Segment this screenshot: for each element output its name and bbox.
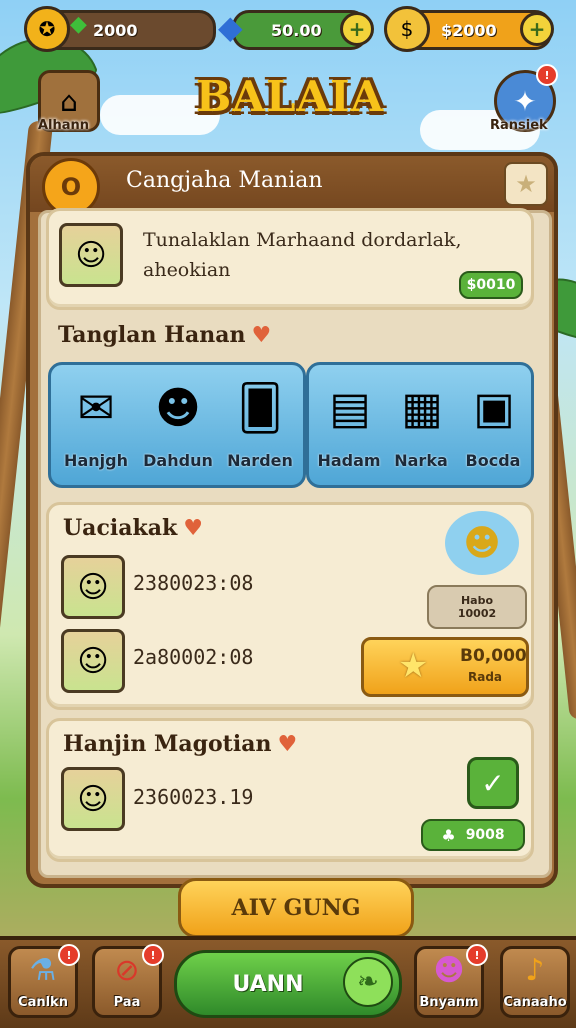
item-label: Hanjgh bbox=[64, 451, 128, 470]
ticket-icon[interactable]: ▦ bbox=[383, 373, 461, 443]
section2-title-text: Uaciakak bbox=[63, 515, 178, 541]
gems-value: 2000 bbox=[93, 20, 138, 40]
rank-badge: ! bbox=[536, 64, 558, 86]
nav-badge: ! bbox=[466, 944, 488, 966]
amount-value: 9008 bbox=[465, 827, 505, 843]
energy-value: 50.00 bbox=[271, 20, 322, 40]
row-time: 2360023.19 bbox=[133, 785, 254, 809]
section2-card: Uaciakak ♥ ☺ 2380023:08 ☺ 2a80002:08 ☻ Ha… bbox=[46, 502, 534, 710]
section3-title: Hanjin Magotian ♥ bbox=[63, 731, 297, 757]
section1-title-text: Tanglan Hanan bbox=[58, 322, 246, 348]
board-icon[interactable]: ▣ bbox=[455, 373, 533, 443]
coin-icon: $ bbox=[384, 6, 430, 52]
check-button[interactable]: ✓ bbox=[467, 757, 519, 809]
coins-value: $2000 bbox=[441, 20, 497, 40]
rank-label: Ransiek bbox=[490, 118, 548, 133]
coins-add-button[interactable]: + bbox=[520, 12, 554, 46]
item-group-a: ✉ ☻ 🂠 Hanjgh Dahdun Narden bbox=[48, 362, 306, 488]
section1-title: Tanglan Hanan ♥ bbox=[58, 322, 271, 348]
avatar: ☺ bbox=[61, 767, 125, 831]
star-icon[interactable]: ★ bbox=[504, 162, 548, 206]
gem-icon: ◆ bbox=[70, 12, 87, 37]
nav-badge: ! bbox=[58, 944, 80, 966]
nav-badge: ! bbox=[142, 944, 164, 966]
nav-label: Canaaho bbox=[503, 995, 567, 1010]
section2-title: Uaciakak ♥ bbox=[63, 515, 203, 541]
item-label: Bocda bbox=[465, 451, 521, 470]
small-action-line1: Habo bbox=[460, 594, 494, 607]
panel-title: Cangjaha Manian bbox=[126, 168, 323, 193]
reward-line2: Rada bbox=[468, 670, 503, 684]
microphone-icon: ♪ bbox=[525, 953, 545, 988]
diamond-icon: ◆ bbox=[218, 8, 243, 46]
gold-medal-icon: ✪ bbox=[24, 6, 70, 52]
row-time: 2a80002:08 bbox=[133, 645, 254, 669]
nav-label: Canlkn bbox=[18, 995, 68, 1010]
row-time: 2380023:08 bbox=[133, 571, 254, 595]
item-label: Narka bbox=[394, 451, 448, 470]
item-label: Dahdun bbox=[143, 451, 213, 470]
star-icon: ★ bbox=[398, 646, 429, 686]
small-action-button[interactable]: Habo 10002 bbox=[427, 585, 527, 629]
heart-icon: ♥ bbox=[251, 322, 272, 348]
item-label: Narden bbox=[227, 451, 293, 470]
section3-title-text: Hanjin Magotian bbox=[63, 731, 272, 757]
nav-canaaho[interactable]: ♪ Canaaho bbox=[500, 946, 570, 1018]
amount-badge: ♣ 9008 bbox=[421, 819, 525, 851]
card-icon[interactable]: 🂠 bbox=[221, 373, 299, 443]
intro-text-line2: aheokian bbox=[143, 259, 231, 281]
home-label: Alhann bbox=[38, 118, 90, 133]
reward-button[interactable]: ★ B0,000 Rada bbox=[361, 637, 529, 697]
energy-add-button[interactable]: + bbox=[340, 12, 374, 46]
intro-text-line1: Tunalaklan Marhaand dordarlak, bbox=[143, 229, 462, 251]
item-group-b: ▤ ▦ ▣ Hadam Narka Bocda bbox=[306, 362, 534, 488]
reward-line1: B0,000 bbox=[460, 646, 527, 666]
nav-label: Paa bbox=[113, 995, 141, 1010]
intro-price-badge: $0010 bbox=[459, 271, 523, 299]
heart-icon: ♥ bbox=[183, 515, 203, 541]
small-action-line2: 10002 bbox=[457, 607, 497, 620]
avatar: ☺ bbox=[61, 555, 125, 619]
nav-uann[interactable]: UANN ❧ bbox=[174, 950, 402, 1018]
avatar: ☺ bbox=[59, 223, 123, 287]
mascot-icon: ☻ bbox=[445, 511, 519, 575]
intro-card: ☺ Tunalaklan Marhaand dordarlak, aheokia… bbox=[46, 208, 534, 310]
section3-card: Hanjin Magotian ♥ ☺ 2360023.19 ✓ ♣ 9008 bbox=[46, 718, 534, 862]
book-stack-icon[interactable]: ▤ bbox=[311, 373, 389, 443]
leaf-icon: ♣ bbox=[441, 825, 456, 845]
nav-label: UANN bbox=[232, 971, 304, 997]
avatar: ☺ bbox=[61, 629, 125, 693]
heart-icon: ♥ bbox=[277, 731, 298, 757]
main-action-button[interactable]: AIV GUNG bbox=[178, 878, 414, 938]
game-title: BALAIA bbox=[195, 72, 385, 121]
item-label: Hadam bbox=[317, 451, 381, 470]
nav-label: Bnyanm bbox=[419, 995, 479, 1010]
leaf-icon: ❧ bbox=[343, 957, 393, 1007]
paper-plane-icon[interactable]: ✉ bbox=[57, 373, 135, 443]
character-icon[interactable]: ☻ bbox=[139, 373, 217, 443]
